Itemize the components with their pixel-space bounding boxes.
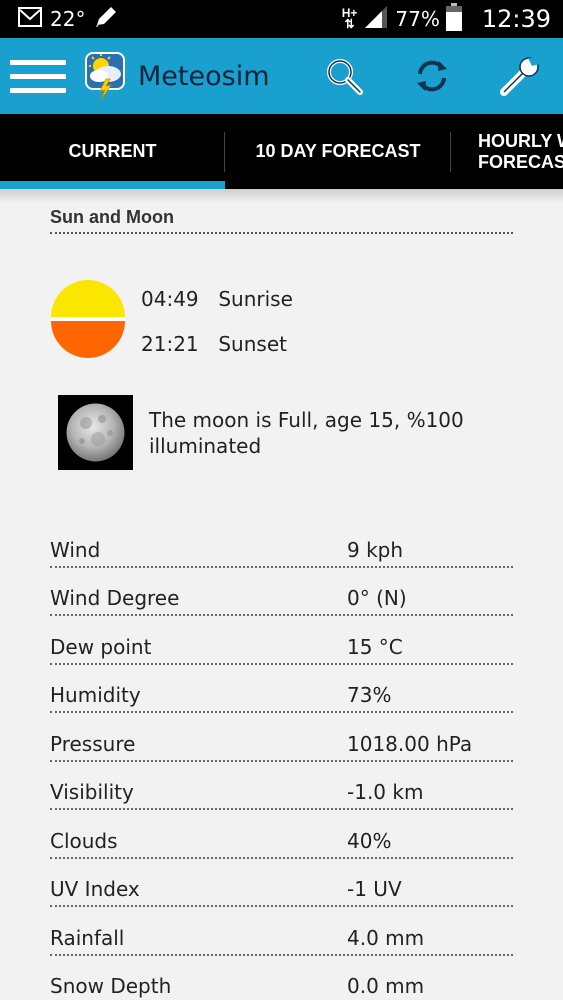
detail-row-humidity: Humidity 73% <box>50 665 513 713</box>
detail-label: Humidity <box>50 683 141 707</box>
detail-label: Snow Depth <box>50 974 172 998</box>
status-time: 12:39 <box>481 5 551 33</box>
search-icon[interactable] <box>320 52 368 100</box>
detail-value: 40% <box>347 828 392 853</box>
detail-value: -1 UV <box>347 877 402 901</box>
tab-current-label: CURRENT <box>68 141 157 161</box>
tab-hourly-label-line2: FORECAST <box>478 151 563 172</box>
refresh-icon[interactable] <box>408 52 456 100</box>
sunrise-label: Sunrise <box>218 287 293 311</box>
sunset-label: Sunset <box>218 332 287 356</box>
detail-row-wind: Wind 9 kph <box>50 519 513 568</box>
status-bar: 22° H+ ⇅ 77% 12:39 <box>0 0 563 38</box>
detail-value: -1.0 km <box>347 780 424 804</box>
detail-value: 1018.00 hPa <box>347 731 473 756</box>
tab-hourly-label-line1: HOURLY W <box>478 130 563 151</box>
tab-current[interactable]: CURRENT <box>0 114 225 189</box>
sunset-row: 21:21 Sunset <box>141 332 287 356</box>
sunrise-row: 04:49 Sunrise <box>141 287 293 311</box>
detail-row-visibility: Visibility -1.0 km <box>50 762 513 810</box>
detail-value: 15 °C <box>347 634 403 659</box>
detail-row-uv-index: UV Index -1 UV <box>50 859 513 907</box>
detail-label: Pressure <box>50 731 136 756</box>
detail-label: Rainfall <box>50 925 125 950</box>
detail-value: 0° (N) <box>347 586 407 610</box>
tab-active-indicator <box>0 181 225 189</box>
detail-label: UV Index <box>50 877 140 901</box>
detail-row-clouds: Clouds 40% <box>50 810 513 859</box>
detail-value: 4.0 mm <box>347 925 425 950</box>
detail-row-rainfall: Rainfall 4.0 mm <box>50 907 513 956</box>
content-shadow <box>0 189 563 203</box>
tab-10-day-label: 10 DAY FORECAST <box>255 141 421 161</box>
gmail-notification-icon <box>18 6 42 32</box>
detail-label: Wind Degree <box>50 586 180 610</box>
weather-logo-icon[interactable] <box>84 51 128 101</box>
detail-row-dew-point: Dew point 15 °C <box>50 616 513 665</box>
sun-rise-set-icon <box>50 279 126 359</box>
status-right: H+ ⇅ 77% 12:39 <box>342 2 563 36</box>
network-arrows-icon: ⇅ <box>344 17 355 31</box>
edit-notification-icon <box>93 5 119 34</box>
battery-percent: 77% <box>395 7 440 31</box>
weather-details-list: Wind 9 kph Wind Degree 0° (N) Dew point … <box>50 519 513 1000</box>
tab-bar: CURRENT 10 DAY FORECAST HOURLY W FORECAS… <box>0 114 563 189</box>
detail-label: Wind <box>50 537 101 562</box>
app-title: Meteosim <box>138 60 270 92</box>
detail-row-pressure: Pressure 1018.00 hPa <box>50 713 513 762</box>
section-title: Sun and Moon <box>50 207 513 234</box>
detail-value: 0.0 mm <box>347 974 425 998</box>
sunset-time: 21:21 <box>141 332 199 356</box>
detail-row-snow-depth: Snow Depth 0.0 mm <box>50 956 513 1000</box>
detail-label: Clouds <box>50 828 118 853</box>
network-type: H+ ⇅ <box>342 7 358 31</box>
detail-row-wind-degree: Wind Degree 0° (N) <box>50 568 513 616</box>
moon-phase-icon <box>58 395 133 470</box>
status-left: 22° <box>0 5 119 34</box>
sunrise-time: 04:49 <box>141 287 199 311</box>
detail-value: 73% <box>347 683 392 707</box>
signal-icon <box>363 5 389 34</box>
current-weather-content[interactable]: Sun and Moon 04:49 Sunrise 21:21 Sunset <box>0 189 563 1000</box>
app-bar: Meteosim <box>0 38 563 114</box>
moon-phase-text: The moon is Full, age 15, %100 illuminat… <box>149 408 464 458</box>
battery-icon <box>445 2 462 36</box>
detail-label: Dew point <box>50 634 152 659</box>
status-temperature: 22° <box>50 7 86 31</box>
wrench-icon[interactable] <box>496 52 544 100</box>
detail-value: 9 kph <box>347 537 404 562</box>
tab-hourly-forecast[interactable]: HOURLY W FORECAST <box>451 114 563 189</box>
menu-icon[interactable] <box>0 38 78 114</box>
detail-label: Visibility <box>50 780 134 804</box>
tab-10-day-forecast[interactable]: 10 DAY FORECAST <box>225 114 451 189</box>
